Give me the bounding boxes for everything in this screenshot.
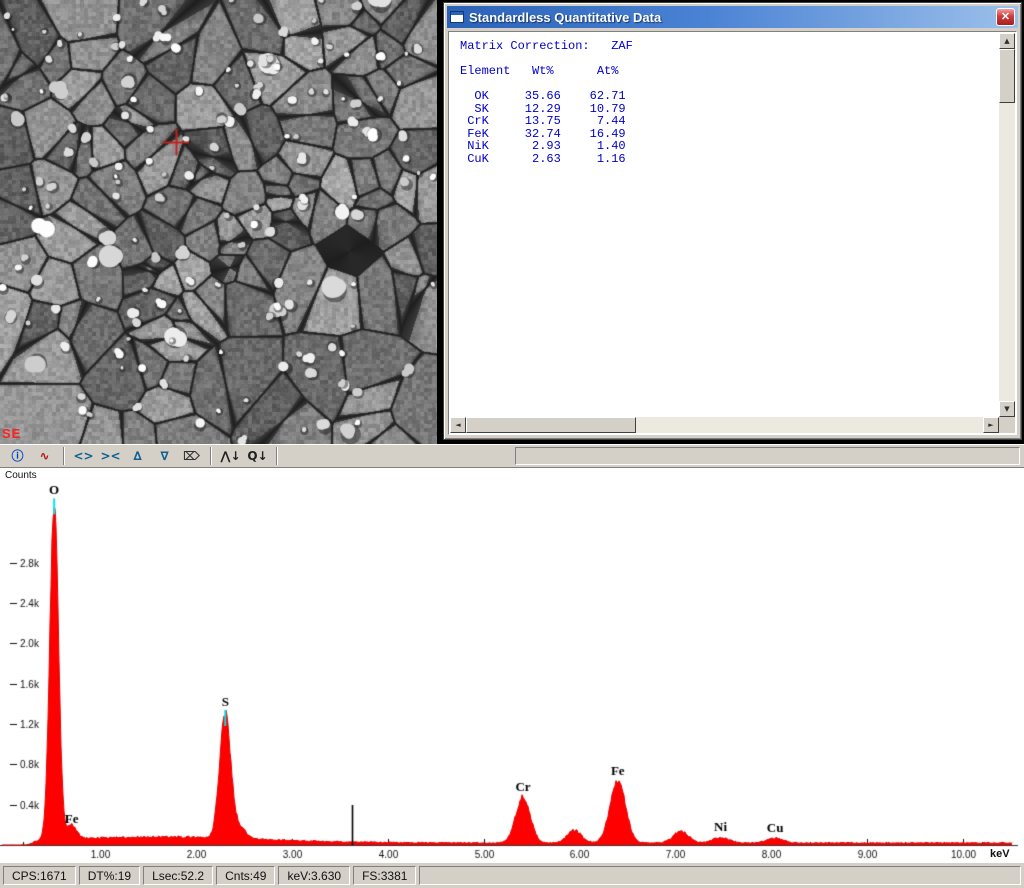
toolbar-separator: [63, 447, 65, 465]
status-cps: CPS:1671: [3, 866, 76, 885]
toolbar-separator: [276, 447, 278, 465]
toolbar-spectrum-marker-icon[interactable]: ∿: [32, 446, 57, 466]
window-system-icon[interactable]: [450, 11, 464, 23]
y-axis-label: Counts: [5, 470, 37, 481]
scroll-left-icon[interactable]: ◄: [450, 417, 466, 433]
vertical-scroll-thumb[interactable]: [999, 49, 1015, 103]
scroll-up-icon[interactable]: ▲: [999, 33, 1015, 49]
horizontal-scrollbar[interactable]: ◄ ►: [450, 417, 999, 433]
quant-results-text: Matrix Correction: ZAF Element Wt% At% O…: [450, 33, 999, 417]
x-axis-label: keV: [990, 848, 1010, 860]
sem-image-panel: SE: [0, 0, 437, 444]
quant-results-area: Matrix Correction: ZAF Element Wt% At% O…: [448, 31, 1017, 435]
scroll-right-icon[interactable]: ►: [983, 417, 999, 433]
toolbar-expand-vertical-icon[interactable]: ∆: [125, 446, 150, 466]
sem-image[interactable]: [0, 0, 437, 444]
horizontal-scroll-thumb[interactable]: [466, 417, 636, 433]
detector-mode-label: SE: [2, 426, 21, 441]
spectrum-toolbar: ⓘ∿ <>><∆∇⌦ ⋀↓Q↓: [0, 444, 1024, 468]
toolbar-peak-id-down-icon[interactable]: ⋀↓: [218, 446, 243, 466]
spectrum-panel: Counts keV: [0, 468, 1024, 862]
toolbar-erase-icon[interactable]: ⌦: [179, 446, 204, 466]
toolbar-expand-horizontal-icon[interactable]: <>: [71, 446, 96, 466]
quant-window-titlebar[interactable]: Standardless Quantitative Data ✕: [447, 6, 1018, 28]
toolbar-button-group: ⓘ∿ <>><∆∇⌦ ⋀↓Q↓: [4, 446, 283, 466]
status-lsec: Lsec:52.2: [143, 866, 213, 885]
quant-results-window: Standardless Quantitative Data ✕ Matrix …: [443, 2, 1022, 440]
toolbar-separator: [210, 447, 212, 465]
status-bar: CPS:1671DT%:19Lsec:52.2Cnts:49keV:3.630F…: [0, 862, 1024, 888]
window-title: Standardless Quantitative Data: [469, 10, 991, 25]
status-cnts: Cnts:49: [216, 866, 275, 885]
status-kev: keV:3.630: [278, 866, 350, 885]
status-spacer: [419, 866, 1021, 885]
toolbar-zoom-down-icon[interactable]: Q↓: [245, 446, 270, 466]
scroll-down-icon[interactable]: ▼: [999, 401, 1015, 417]
eds-spectrum-chart[interactable]: [0, 468, 1024, 862]
toolbar-display-field: [515, 447, 1020, 465]
toolbar-shrink-horizontal-icon[interactable]: ><: [98, 446, 123, 466]
toolbar-shrink-vertical-icon[interactable]: ∇: [152, 446, 177, 466]
status-dt: DT%:19: [79, 866, 140, 885]
toolbar-info-icon[interactable]: ⓘ: [5, 446, 30, 466]
status-fs: FS:3381: [353, 866, 416, 885]
scrollbar-corner: [999, 417, 1015, 433]
vertical-scrollbar[interactable]: ▲ ▼: [999, 33, 1015, 417]
close-icon[interactable]: ✕: [996, 8, 1015, 26]
